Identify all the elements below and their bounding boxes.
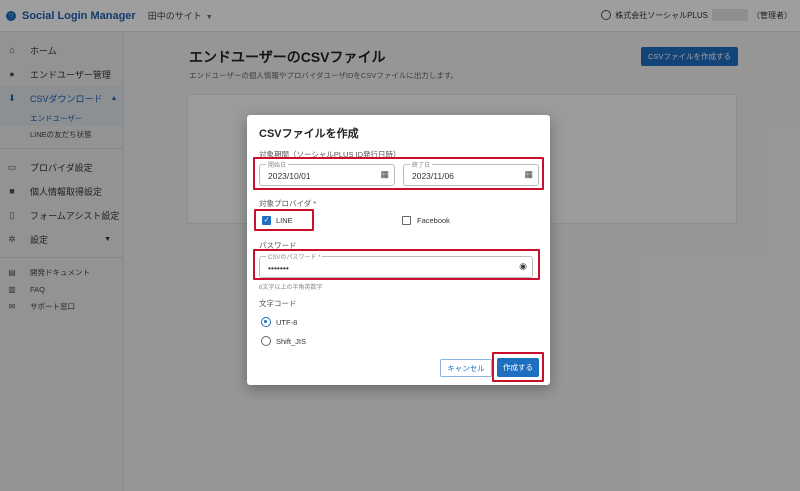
- utf8-radio[interactable]: [261, 317, 271, 327]
- shiftjis-label: Shift_JIS: [276, 337, 307, 346]
- highlight-submit: [492, 352, 544, 382]
- facebook-checkbox[interactable]: [402, 216, 411, 225]
- highlight-line: [254, 209, 314, 231]
- facebook-label: Facebook: [417, 216, 450, 225]
- encoding-label: 文字コード: [259, 299, 297, 308]
- create-csv-dialog: CSVファイルを作成 対象期間（ソーシャルPLUS ID発行日時） 開始日 20…: [247, 115, 550, 385]
- cancel-button[interactable]: キャンセル: [440, 359, 492, 377]
- utf8-label: UTF-8: [276, 318, 298, 327]
- highlight-password: [253, 249, 540, 280]
- dialog-title: CSVファイルを作成: [259, 128, 359, 140]
- highlight-period: [253, 157, 544, 190]
- provider-label: 対象プロバイダ *: [259, 199, 317, 208]
- password-hint: 6文字以上の半角英数字: [259, 285, 323, 291]
- shiftjis-radio[interactable]: [261, 336, 271, 346]
